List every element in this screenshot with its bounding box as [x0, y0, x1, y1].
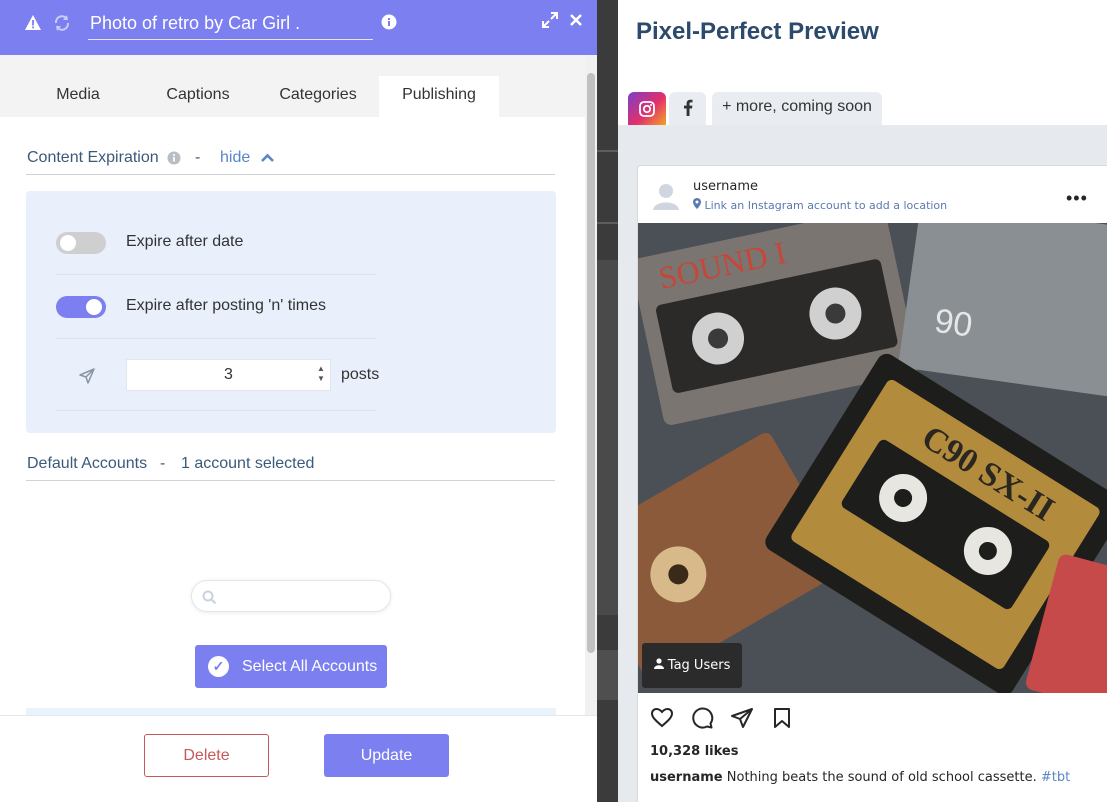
share-icon[interactable] [730, 706, 754, 730]
accounts-selected-count[interactable]: 1 account selected [181, 455, 314, 473]
editor-scrollbar[interactable] [585, 55, 597, 715]
content-expiration-label: Content Expiration [27, 149, 159, 166]
select-all-label: Select All Accounts [242, 658, 378, 675]
close-icon[interactable] [569, 12, 583, 32]
facebook-icon [683, 99, 693, 121]
user-icon [653, 658, 668, 673]
avatar-icon [650, 180, 682, 212]
bookmark-icon[interactable] [770, 706, 794, 730]
expire-after-date-label: Expire after date [126, 233, 244, 250]
caption-hashtag[interactable]: #tbt [1041, 770, 1070, 785]
default-accounts-header: Default Accounts - 1 account selected [26, 455, 555, 481]
number-spinner[interactable]: ▲ ▼ [315, 364, 327, 386]
instagram-post-card: username Link an Instagram account to ad… [637, 165, 1107, 802]
tag-users-label: Tag Users [667, 658, 731, 673]
svg-text:90: 90 [932, 302, 975, 345]
tab-instagram[interactable] [628, 92, 666, 126]
heart-icon[interactable] [650, 706, 674, 730]
info-circle-icon[interactable] [167, 151, 181, 170]
likes-count: 10,328 likes [650, 744, 739, 759]
editor-tabs: Media Captions Categories Publishing [0, 55, 585, 117]
section-separator: - [160, 455, 166, 472]
editor-footer: Delete Update [0, 715, 597, 802]
preview-title: Pixel-Perfect Preview [636, 18, 879, 45]
post-photo: SOUND I 90 C90 SX-II Tag Users [638, 223, 1107, 693]
option-divider [56, 410, 376, 411]
cassette-tapes-image: SOUND I 90 C90 SX-II [638, 223, 1107, 693]
editor-header [0, 0, 597, 55]
paper-plane-icon [78, 367, 96, 390]
info-icon[interactable] [381, 14, 397, 35]
option-divider [56, 338, 376, 339]
post-title-input[interactable] [88, 8, 373, 40]
check-circle-icon: ✓ [208, 656, 229, 677]
caption-text: Nothing beats the sound of old school ca… [726, 770, 1037, 785]
tab-captions[interactable]: Captions [138, 76, 258, 117]
update-button[interactable]: Update [324, 734, 449, 777]
post-editor-panel: Media Captions Categories Publishing Con… [0, 0, 597, 802]
preview-panel: Pixel-Perfect Preview + more, coming soo… [618, 0, 1107, 802]
comment-icon[interactable] [690, 706, 714, 730]
option-divider [56, 274, 376, 275]
hide-toggle-link[interactable]: hide [220, 149, 250, 167]
tab-facebook[interactable] [669, 92, 706, 126]
caption-username[interactable]: username [650, 770, 723, 785]
map-marker-icon [693, 198, 705, 212]
tag-users-button[interactable]: Tag Users [642, 643, 742, 688]
platform-tabs: + more, coming soon [618, 92, 1107, 126]
search-icon [202, 590, 217, 610]
refresh-icon[interactable] [53, 14, 71, 37]
scrollbar-thumb[interactable] [587, 73, 595, 653]
warning-icon[interactable] [24, 14, 42, 37]
post-count-value: 3 [224, 366, 233, 383]
background-page [597, 0, 618, 802]
account-search-input[interactable] [191, 580, 391, 612]
default-accounts-label: Default Accounts [27, 455, 148, 472]
expire-after-n-posts-label: Expire after posting 'n' times [126, 297, 326, 314]
section-separator: - [195, 149, 201, 166]
posts-unit-label: posts [341, 366, 380, 383]
expire-after-date-toggle[interactable] [56, 232, 106, 254]
content-expiration-header: Content Expiration - hide [26, 149, 555, 175]
tab-publishing[interactable]: Publishing [379, 76, 499, 117]
instagram-icon [638, 100, 656, 123]
tab-categories[interactable]: Categories [258, 76, 378, 117]
delete-button[interactable]: Delete [144, 734, 269, 777]
post-count-input[interactable]: 3 ▲ ▼ [126, 359, 331, 391]
more-options-icon[interactable]: ••• [1066, 189, 1088, 207]
chevron-up-icon[interactable] [260, 151, 275, 169]
post-caption: username Nothing beats the sound of old … [650, 770, 1070, 785]
tab-media[interactable]: Media [18, 76, 138, 117]
expand-icon[interactable] [542, 12, 558, 33]
post-location-text: Link an Instagram account to add a locat… [704, 199, 948, 212]
content-expiration-panel: Expire after date Expire after posting '… [26, 191, 556, 433]
preview-area: username Link an Instagram account to ad… [618, 125, 1107, 802]
post-location-link[interactable]: Link an Instagram account to add a locat… [693, 198, 947, 212]
tab-more-coming-soon: + more, coming soon [712, 92, 882, 126]
expire-after-n-posts-toggle[interactable] [56, 296, 106, 318]
post-username[interactable]: username [693, 179, 758, 194]
select-all-accounts-button[interactable]: ✓ Select All Accounts [195, 645, 387, 688]
